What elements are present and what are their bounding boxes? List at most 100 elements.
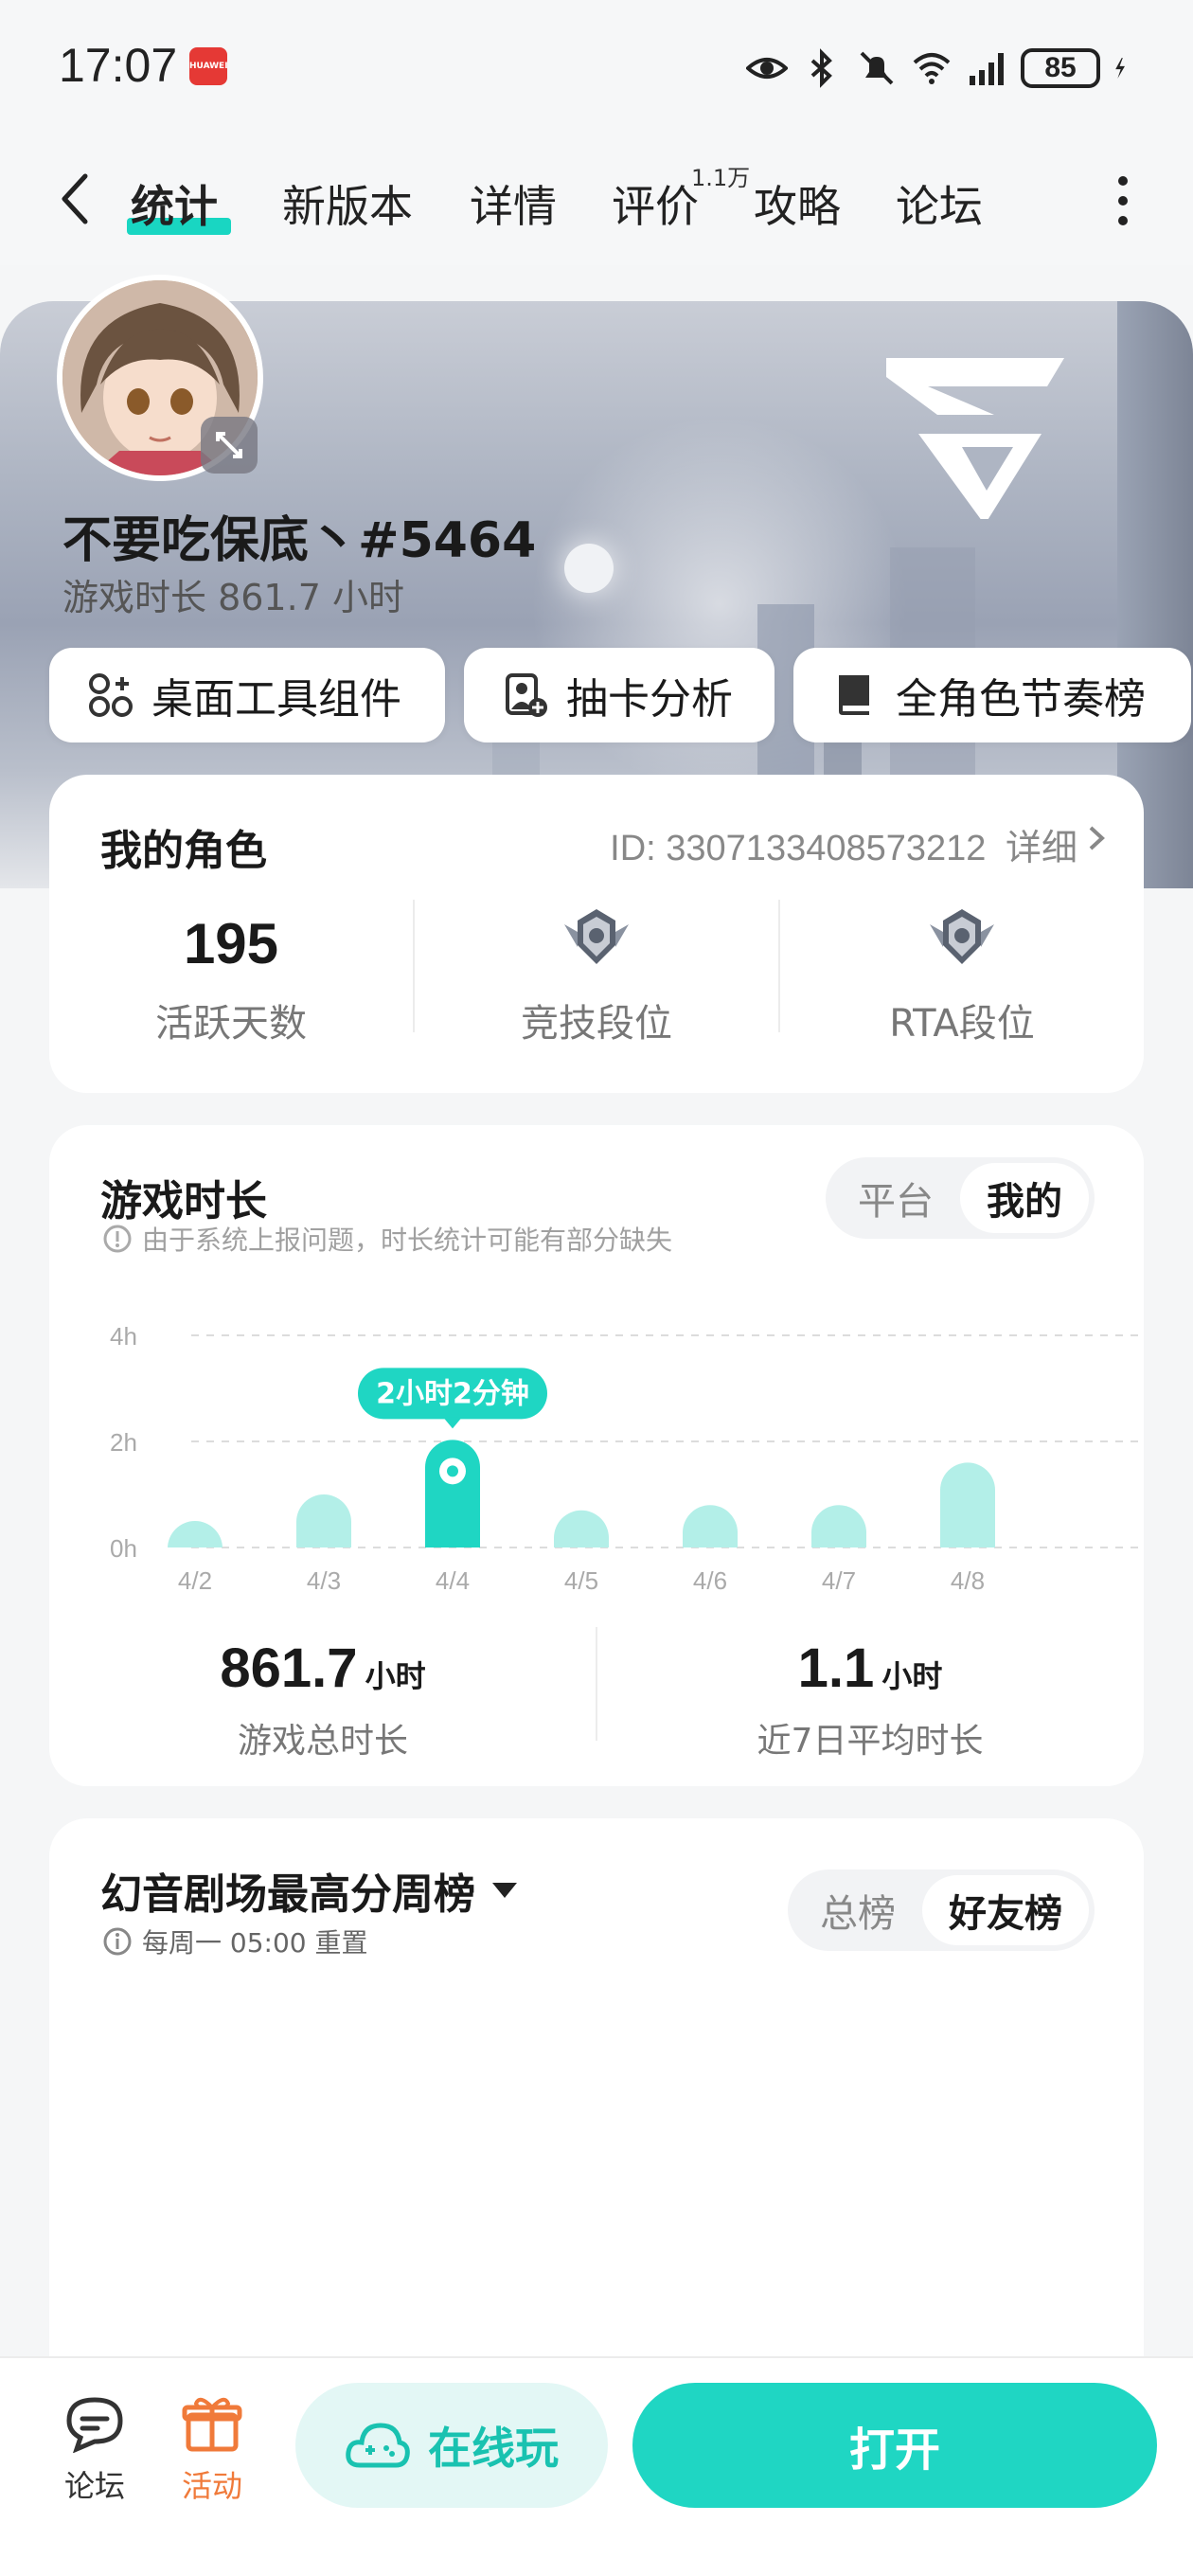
weekly-rank-note-text: 每周一 05:00 重置 xyxy=(142,1927,368,1959)
top-nav: 统计 新版本 详情 评价 1.1万 攻略 论坛 xyxy=(0,133,1193,265)
eye-icon xyxy=(746,58,788,79)
role-id: ID: 3307133408573212 xyxy=(610,829,987,868)
toggle-mine[interactable]: 我的 xyxy=(960,1163,1089,1233)
tier-list-label: 全角色节奏榜 xyxy=(896,675,1146,724)
total-play-time-unit: 小时 xyxy=(365,1658,426,1694)
forum-nav-label: 论坛 xyxy=(63,2468,125,2504)
tier-list-button[interactable]: 全角色节奏榜 xyxy=(793,648,1191,742)
review-count-badge: 1.1万 xyxy=(691,165,751,191)
active-days-label: 活跃天数 xyxy=(155,1002,307,1046)
my-role-card: 我的角色 ID: 3307133408573212 详细 195 活跃天数 竞技… xyxy=(49,775,1144,1093)
avg-play-time: 1.1 小时 近7日平均时长 xyxy=(596,1637,1144,1762)
tooltip-pointer xyxy=(443,1417,462,1429)
rank-badge-icon xyxy=(564,909,629,964)
bluetooth-icon xyxy=(810,48,832,88)
weekly-rank-note: 每周一 05:00 重置 xyxy=(102,1923,368,1960)
gacha-analysis-button[interactable]: 抽卡分析 xyxy=(464,648,775,742)
bar xyxy=(168,1521,223,1548)
rta-rank-stat[interactable]: RTA段位 xyxy=(780,898,1144,1049)
tab-reviews[interactable]: 评价 xyxy=(612,172,699,235)
charging-icon xyxy=(1115,58,1125,79)
x-tick-label: 4/2 xyxy=(178,1566,212,1595)
rta-rank-label: RTA段位 xyxy=(889,1002,1035,1046)
x-tick-label: 4/4 xyxy=(436,1566,470,1595)
play-time-note: 由于系统上报问题，时长统计可能有部分缺失 xyxy=(102,1220,672,1258)
back-arrow-icon[interactable] xyxy=(57,170,95,227)
weekly-rank-card: 幻音剧场最高分周榜 每周一 05:00 重置 总榜 好友榜 110202/233… xyxy=(49,1818,1144,2406)
avg-play-time-value: 1.1 xyxy=(797,1637,875,1699)
status-bar: 17:07 HUAWEI 85 xyxy=(0,0,1193,133)
play-online-label: 在线玩 xyxy=(428,2423,559,2474)
open-game-label: 打开 xyxy=(848,2424,940,2477)
toggle-overall[interactable]: 总榜 xyxy=(793,1875,922,1945)
moon-graphic xyxy=(564,544,614,593)
role-detail-label: 详细 xyxy=(1005,829,1077,868)
tab-guides[interactable]: 攻略 xyxy=(754,172,841,235)
play-time-summary: 861.7 小时 游戏总时长 1.1 小时 近7日平均时长 xyxy=(49,1627,1144,1769)
total-play-time-label: 游戏总时长 xyxy=(237,1722,408,1761)
y-tick-label: 2h xyxy=(110,1428,137,1457)
play-online-button[interactable]: 在线玩 xyxy=(295,2383,608,2508)
rank-toggle: 总榜 好友榜 xyxy=(788,1869,1095,1951)
x-tick-label: 4/5 xyxy=(564,1566,598,1595)
desktop-widget-button[interactable]: 桌面工具组件 xyxy=(49,648,445,742)
x-tick-label: 4/3 xyxy=(307,1566,341,1595)
bar xyxy=(940,1462,995,1547)
desktop-widget-label: 桌面工具组件 xyxy=(151,675,401,724)
user-play-time: 游戏时长 861.7 小时 xyxy=(62,577,404,618)
info-icon xyxy=(103,1927,132,1956)
activity-nav-label: 活动 xyxy=(181,2468,242,2504)
user-name: 不要吃保底丶#5464 xyxy=(62,512,537,569)
cloud-gamepad-icon xyxy=(346,2423,410,2468)
gift-icon xyxy=(182,2397,242,2452)
forum-nav-button[interactable]: 论坛 xyxy=(47,2394,142,2506)
battery-icon: 85 xyxy=(1021,48,1100,88)
active-days-value: 195 xyxy=(183,912,279,975)
bar xyxy=(296,1494,351,1547)
tab-forum[interactable]: 论坛 xyxy=(896,172,983,235)
tooltip-label: 2小时2分钟 xyxy=(376,1377,529,1410)
role-id-detail-link[interactable]: ID: 3307133408573212 详细 xyxy=(610,818,1077,870)
signal-icon xyxy=(970,53,1004,85)
tab-new-version[interactable]: 新版本 xyxy=(282,172,413,235)
game-logo-icon xyxy=(886,358,1064,519)
play-time-title: 游戏时长 xyxy=(100,1177,267,1225)
weekly-rank-title-dropdown[interactable]: 幻音剧场最高分周榜 xyxy=(100,1860,519,1921)
toggle-friends[interactable]: 好友榜 xyxy=(922,1875,1089,1945)
chevron-right-icon[interactable] xyxy=(1087,824,1106,852)
x-tick-label: 4/6 xyxy=(693,1566,727,1595)
huawei-app-icon: HUAWEI xyxy=(189,47,228,85)
book-icon xyxy=(839,675,869,715)
more-menu-icon[interactable] xyxy=(1117,176,1129,225)
avg-play-time-label: 近7日平均时长 xyxy=(757,1722,984,1761)
bar xyxy=(811,1505,866,1547)
toggle-platform[interactable]: 平台 xyxy=(831,1163,960,1233)
tab-stats[interactable]: 统计 xyxy=(131,172,218,235)
x-tick-label: 4/7 xyxy=(822,1566,856,1595)
weekly-rank-line-chart: 110202/233/23/93/163/231位3/304/6 xyxy=(49,1970,1144,2387)
status-icons: 85 xyxy=(746,40,1136,97)
bar xyxy=(554,1510,609,1547)
status-time: 17:07 xyxy=(59,39,178,92)
info-icon xyxy=(103,1225,132,1253)
y-tick-label: 4h xyxy=(110,1322,137,1351)
mute-icon xyxy=(860,51,894,85)
arena-rank-stat[interactable]: 竞技段位 xyxy=(415,898,778,1049)
y-tick-label: 0h xyxy=(110,1534,137,1563)
switch-account-icon[interactable] xyxy=(201,417,258,474)
bar xyxy=(683,1505,738,1547)
tab-details[interactable]: 详情 xyxy=(470,172,557,235)
activity-nav-button[interactable]: 活动 xyxy=(165,2394,259,2506)
card-analysis-icon xyxy=(506,673,547,717)
open-game-button[interactable]: 打开 xyxy=(632,2383,1157,2508)
wifi-icon xyxy=(913,53,951,84)
active-days-stat: 195 活跃天数 xyxy=(49,898,413,1049)
arena-rank-label: 竞技段位 xyxy=(521,1002,672,1046)
weekly-rank-title: 幻音剧场最高分周榜 xyxy=(100,1870,475,1919)
dropdown-arrow-icon xyxy=(492,1883,517,1898)
widget-icon xyxy=(89,673,133,717)
bottom-action-bar: 论坛 活动 在线玩 打开 xyxy=(0,2356,1193,2576)
rank-badge-icon xyxy=(930,909,994,964)
app-root: 17:07 HUAWEI 85 统计 新版本 详情 评价 1.1万 攻略 论坛 xyxy=(0,0,1193,2576)
gacha-analysis-label: 抽卡分析 xyxy=(566,675,733,724)
